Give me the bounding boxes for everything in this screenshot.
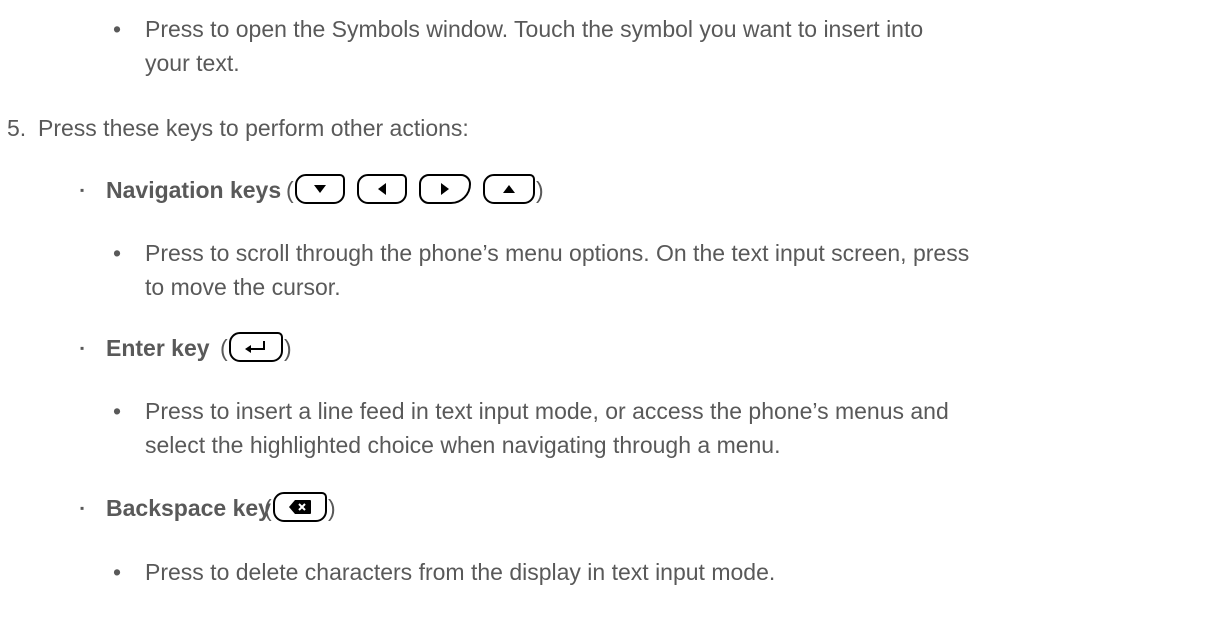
backspace-key-icon bbox=[273, 492, 327, 522]
backspace-key-label: Backspace key bbox=[106, 495, 271, 521]
intro-text-line1: Press to open the Symbols window. Touch … bbox=[145, 16, 924, 42]
paren-close: ) bbox=[536, 177, 544, 203]
bullet-marker: • bbox=[113, 240, 122, 266]
square-bullet-marker: ▪ bbox=[80, 341, 85, 355]
enter-key-description: • Press to insert a line feed in text in… bbox=[0, 394, 1215, 464]
navigation-keys-description: • Press to scroll through the phone’s me… bbox=[0, 236, 1215, 306]
paren-close: ) bbox=[328, 495, 336, 521]
backspace-desc-line1: Press to delete characters from the disp… bbox=[145, 559, 776, 585]
left-arrow-key-icon bbox=[357, 174, 407, 204]
navigation-desc-line2: to move the cursor. bbox=[145, 274, 341, 300]
paren-open: ( bbox=[220, 335, 228, 361]
enter-key-item: ▪ Enter key ( ) bbox=[0, 331, 1215, 365]
square-bullet-marker: ▪ bbox=[80, 501, 85, 515]
backspace-key-item: ▪ Backspace key ( ) bbox=[0, 491, 1215, 525]
bullet-marker: • bbox=[113, 16, 122, 42]
right-arrow-key-icon bbox=[419, 174, 471, 204]
enter-key-icon bbox=[229, 332, 283, 362]
navigation-keys-item: ▪ Navigation keys ( ) bbox=[0, 173, 1215, 207]
enter-desc-line1: Press to insert a line feed in text inpu… bbox=[145, 398, 949, 424]
paren-close: ) bbox=[284, 335, 292, 361]
navigation-keys-label: Navigation keys bbox=[106, 177, 282, 203]
up-arrow-key-icon bbox=[483, 174, 535, 204]
square-bullet-marker: ▪ bbox=[80, 183, 85, 197]
backspace-key-description: • Press to delete characters from the di… bbox=[0, 555, 1215, 589]
paren-open: ( bbox=[286, 177, 294, 203]
intro-bullet: • Press to open the Symbols window. Touc… bbox=[0, 12, 1215, 82]
intro-text-line2: your text. bbox=[145, 50, 240, 76]
down-arrow-key-icon bbox=[295, 174, 345, 204]
paren-open: ( bbox=[264, 495, 272, 521]
bullet-marker: • bbox=[113, 559, 122, 585]
enter-desc-line2: select the highlighted choice when navig… bbox=[145, 432, 781, 458]
enter-key-label: Enter key bbox=[106, 335, 210, 361]
step-number: 5. bbox=[7, 115, 27, 141]
step-5: 5. Press these keys to perform other act… bbox=[0, 111, 1215, 145]
step-text: Press these keys to perform other action… bbox=[38, 115, 469, 141]
bullet-marker: • bbox=[113, 398, 122, 424]
navigation-desc-line1: Press to scroll through the phone’s menu… bbox=[145, 240, 970, 266]
